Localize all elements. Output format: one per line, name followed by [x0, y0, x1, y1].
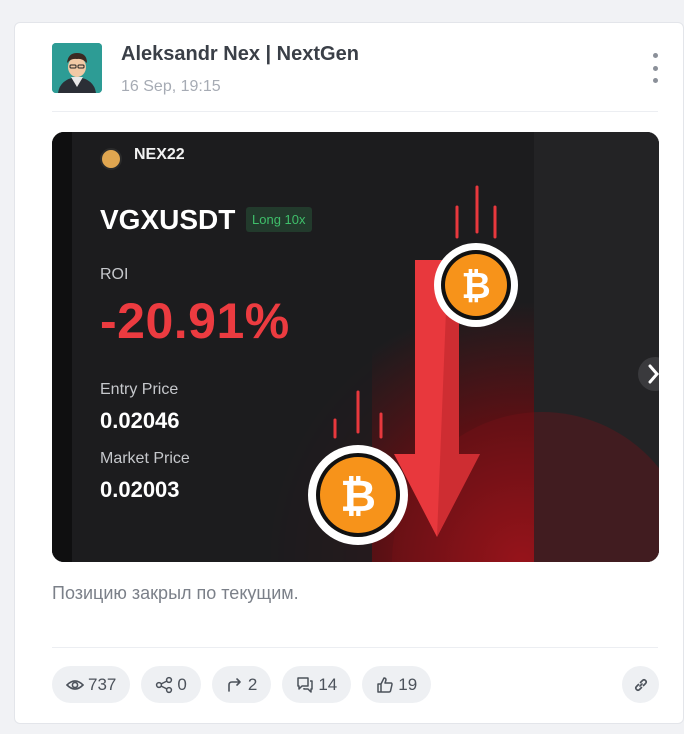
comments-icon — [297, 676, 314, 693]
eye-icon — [66, 679, 84, 690]
share-icon — [156, 676, 173, 693]
link-icon — [634, 678, 647, 691]
thumbs-up-icon — [377, 676, 393, 693]
brand-name: NEX22 — [134, 146, 185, 163]
bitcoin-coin-bottom: ₿ — [308, 445, 408, 545]
likes-count: 19 — [398, 674, 418, 694]
post-card: Aleksandr Nex | NextGen 16 Sep, 19:15 ₿ … — [14, 22, 684, 724]
svg-text:₿: ₿ — [461, 265, 490, 306]
market-price-value: 0.02003 — [100, 477, 180, 502]
header-divider — [52, 111, 658, 112]
reposts-count: 2 — [247, 674, 258, 694]
leverage-badge: Long 10x — [246, 207, 312, 232]
bitcoin-coin-top: ₿ — [434, 243, 518, 327]
views-button[interactable]: 737 — [52, 666, 131, 703]
entry-price-value: 0.02046 — [100, 408, 180, 433]
post-caption: Позицию закрыл по текущим. — [52, 583, 299, 603]
forward-icon — [228, 677, 241, 692]
comments-button[interactable]: 14 — [282, 666, 352, 703]
trading-pair: VGXUSDT — [100, 204, 236, 235]
repost-button[interactable]: 2 — [211, 666, 272, 703]
roi-value: -20.91% — [100, 293, 290, 349]
comments-count: 14 — [318, 674, 338, 694]
entry-price-label: Entry Price — [100, 381, 179, 398]
svg-text:₿: ₿ — [340, 472, 376, 521]
footer-divider — [52, 647, 658, 648]
author-avatar[interactable] — [52, 43, 102, 93]
roi-label: ROI — [100, 266, 129, 283]
copy-link-button[interactable] — [622, 666, 659, 703]
share-button[interactable]: 0 — [141, 666, 201, 703]
author-name[interactable]: Aleksandr Nex | NextGen — [121, 43, 359, 66]
post-date: 16 Sep, 19:15 — [121, 78, 221, 95]
brand-logo — [100, 148, 122, 170]
market-price-label: Market Price — [100, 450, 190, 467]
views-count: 737 — [88, 674, 117, 694]
like-button[interactable]: 19 — [362, 666, 432, 703]
more-vertical-icon[interactable] — [647, 53, 663, 83]
post-actions: 737 0 2 14 19 — [52, 666, 432, 703]
post-image[interactable]: ₿ ₿ NEX22 VGXUSDT Long 10x ROI -20.91% E… — [52, 132, 659, 562]
shares-count: 0 — [177, 674, 187, 694]
